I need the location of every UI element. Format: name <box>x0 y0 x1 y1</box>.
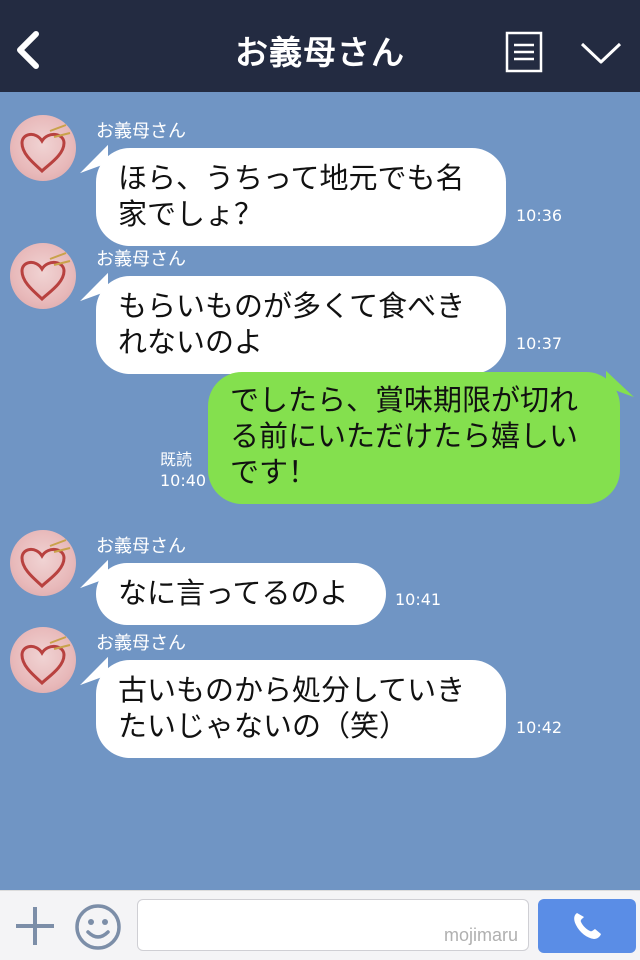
message-time: 10:37 <box>516 334 563 353</box>
phone-icon <box>574 913 601 939</box>
chevron-down-icon[interactable] <box>578 38 624 68</box>
message-line: でしたら、賞味期限が切れ <box>230 383 579 417</box>
message-line: です！ <box>230 455 318 489</box>
input-bar: mojimaru <box>0 890 640 960</box>
sender-name: お義母さん <box>96 536 186 557</box>
message-time: 10:36 <box>516 206 563 225</box>
watermark-text: mojimaru <box>443 925 518 945</box>
message-time: 10:42 <box>516 718 563 737</box>
avatar[interactable] <box>10 530 76 596</box>
chat-title: お義母さん <box>235 33 405 72</box>
message-line: 古いものから処分していき <box>118 673 466 707</box>
menu-list-icon[interactable] <box>505 31 543 73</box>
chat-header: お義母さん <box>0 0 640 92</box>
read-receipt: 既読 10:40 <box>160 449 206 491</box>
smiley-icon[interactable] <box>74 903 122 951</box>
avatar[interactable] <box>10 243 76 309</box>
incoming-message-bubble[interactable]: 古いものから処分していき たいじゃないの（笑） <box>96 660 506 758</box>
avatar[interactable] <box>10 627 76 693</box>
message-line: もらいものが多くて食べき <box>118 289 466 323</box>
read-label: 既読 <box>160 450 193 469</box>
incoming-message-bubble[interactable]: ほら、うちって地元でも名 家でしょ？ <box>96 148 506 246</box>
sender-name: お義母さん <box>96 249 186 270</box>
message-line: たいじゃないの（笑） <box>118 709 409 743</box>
message-time: 10:41 <box>395 590 442 609</box>
message-line: れないのよ <box>118 325 264 359</box>
message-line: ほら、うちって地元でも名 <box>118 161 465 195</box>
avatar[interactable] <box>10 115 76 181</box>
sender-name: お義母さん <box>96 121 186 142</box>
message-line: なに言ってるのよ <box>118 576 349 610</box>
incoming-message-bubble[interactable]: なに言ってるのよ <box>96 563 386 625</box>
message-input[interactable]: mojimaru <box>137 899 529 951</box>
sender-name: お義母さん <box>96 633 186 654</box>
outgoing-message-bubble[interactable]: でしたら、賞味期限が切れ る前にいただけたら嬉しい です！ <box>208 372 620 504</box>
message-time: 10:40 <box>160 471 207 490</box>
plus-icon[interactable] <box>14 905 56 947</box>
call-button[interactable] <box>538 899 636 953</box>
incoming-message-bubble[interactable]: もらいものが多くて食べき れないのよ <box>96 276 506 374</box>
message-line: 家でしょ？ <box>118 197 264 231</box>
message-line: る前にいただけたら嬉しい <box>230 419 579 453</box>
